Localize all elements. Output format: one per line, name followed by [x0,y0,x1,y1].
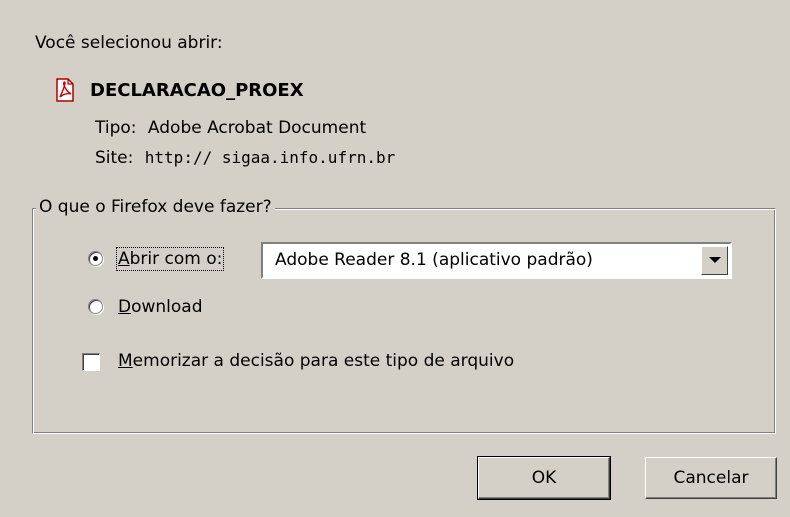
application-select[interactable]: Adobe Reader 8.1 (aplicativo padrão) [261,242,732,279]
remember-label[interactable]: Memorizar a decisão para este tipo de ar… [118,351,514,371]
download-radio[interactable] [88,299,103,314]
pdf-file-icon [56,78,74,102]
type-value: Adobe Acrobat Document [147,118,367,138]
intro-text: Você selecionou abrir: [35,33,223,53]
file-type-row: Tipo: Adobe Acrobat Document [95,118,366,138]
open-with-label[interactable]: Abrir com o: [115,247,225,271]
site-value: http:// sigaa.info.ufrn.br [144,148,396,167]
file-site-row: Site: http:// sigaa.info.ufrn.br [95,148,395,168]
download-dialog: Você selecionou abrir: DECLARACAO_PROEX … [0,0,790,517]
cancel-button[interactable]: Cancelar [645,457,777,499]
application-select-value: Adobe Reader 8.1 (aplicativo padrão) [275,250,593,270]
download-label[interactable]: Download [118,297,203,317]
open-with-radio[interactable] [88,251,103,266]
action-group-legend: O que o Firefox deve fazer? [36,197,275,217]
type-key: Tipo: [95,118,137,138]
radio-selected-dot [93,256,98,261]
site-key: Site: [95,148,134,168]
file-name: DECLARACAO_PROEX [90,79,304,101]
dropdown-arrow-icon[interactable] [701,246,728,275]
remember-checkbox[interactable] [82,353,100,371]
file-info: DECLARACAO_PROEX [54,78,304,102]
ok-button[interactable]: OK [477,456,611,500]
